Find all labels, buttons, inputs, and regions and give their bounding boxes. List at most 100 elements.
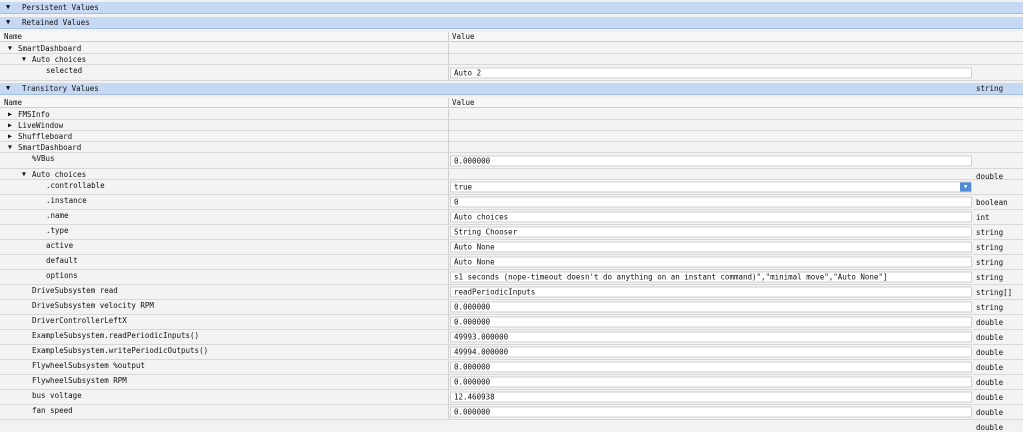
row-name: FlywheelSubsystem %output bbox=[32, 361, 145, 370]
row-name: bus voltage bbox=[32, 391, 82, 400]
row-type: string bbox=[976, 258, 1004, 267]
column-value[interactable]: Value bbox=[452, 98, 475, 107]
value-field[interactable]: Auto choices bbox=[450, 211, 972, 223]
expand-arrow-icon[interactable]: ▼ bbox=[6, 83, 10, 94]
value-dropdown[interactable]: true ▼ bbox=[450, 181, 972, 193]
table-row-options[interactable]: options s1 seconds (nope-timeout doesn't … bbox=[0, 270, 1023, 297]
collapse-arrow-icon[interactable]: ▶ bbox=[8, 110, 12, 118]
value-field[interactable]: 0.000000 bbox=[450, 361, 972, 373]
table-row-shuffleboard[interactable]: ▶ Shuffleboard bbox=[0, 131, 1023, 142]
table-row-drivesubsystem-velocity-rpm[interactable]: DriveSubsystem velocity RPM 0.000000 doubl… bbox=[0, 300, 1023, 327]
table-row-smartdashboard[interactable]: ▼ SmartDashboard bbox=[0, 43, 1023, 54]
table-row-fan-speed[interactable]: fan speed 0.000000 double bbox=[0, 405, 1023, 432]
value-field[interactable]: 0.000000 bbox=[450, 376, 972, 388]
expand-arrow-icon[interactable]: ▼ bbox=[22, 170, 26, 178]
table-row-examplesubsystem-writeperiodicoutputs[interactable]: ExampleSubsystem.writePeriodicOutputs() 4… bbox=[0, 345, 1023, 372]
expand-arrow-icon[interactable]: ▼ bbox=[6, 17, 10, 28]
row-value: 0.000000 bbox=[454, 156, 491, 165]
table-row-controllable[interactable]: .controllable true ▼ boolean bbox=[0, 180, 1023, 207]
table-row-drivercontrollerleftx[interactable]: DriverControllerLeftX 0.000000 double bbox=[0, 315, 1023, 342]
table-row-auto-choices[interactable]: ▼ Auto choices bbox=[0, 54, 1023, 65]
row-value: 12.460938 bbox=[454, 392, 495, 402]
section-title: Transitory Values bbox=[22, 84, 99, 93]
value-field[interactable]: String Chooser bbox=[450, 226, 972, 238]
value-field[interactable]: s1 seconds (nope-timeout doesn't do anyt… bbox=[450, 271, 972, 283]
collapse-arrow-icon[interactable]: ▶ bbox=[8, 121, 12, 129]
value-field[interactable]: Auto None bbox=[450, 256, 972, 268]
row-name: active bbox=[46, 241, 74, 250]
row-value: 0.000000 bbox=[454, 362, 491, 372]
row-value: String Chooser bbox=[454, 227, 518, 237]
table-row-fmsinfo[interactable]: ▶ FMSInfo bbox=[0, 109, 1023, 120]
table-row-name[interactable]: .name Auto choices string bbox=[0, 210, 1023, 237]
section-retained[interactable]: ▼ Retained Values bbox=[0, 17, 1023, 29]
collapse-arrow-icon[interactable]: ▶ bbox=[8, 132, 12, 140]
expand-arrow-icon[interactable]: ▼ bbox=[22, 55, 26, 63]
row-value: 0.000000 bbox=[454, 377, 491, 387]
value-field[interactable]: 0 bbox=[450, 196, 972, 208]
row-value: 0.000000 bbox=[454, 407, 491, 417]
table-row-examplesubsystem-readperiodicinputs[interactable]: ExampleSubsystem.readPeriodicInputs() 499… bbox=[0, 330, 1023, 357]
row-value: readPeriodicInputs bbox=[454, 287, 536, 297]
row-type: string bbox=[976, 243, 1004, 252]
value-field[interactable]: Auto 2 bbox=[450, 67, 972, 78]
table-row-active[interactable]: active Auto None string bbox=[0, 240, 1023, 267]
row-name: .instance bbox=[46, 196, 87, 205]
row-name: default bbox=[46, 256, 78, 265]
section-persistent[interactable]: ▼ Persistent Values bbox=[0, 2, 1023, 14]
row-type: string bbox=[976, 83, 1004, 93]
table-row-default[interactable]: default Auto None string bbox=[0, 255, 1023, 282]
table-row-flywheelsubsystem-output[interactable]: FlywheelSubsystem %output 0.000000 double bbox=[0, 360, 1023, 387]
row-name: FlywheelSubsystem RPM bbox=[32, 376, 127, 385]
row-name: selected bbox=[46, 66, 83, 75]
value-field[interactable]: readPeriodicInputs bbox=[450, 286, 972, 298]
row-name: SmartDashboard bbox=[18, 44, 82, 53]
column-name[interactable]: Name bbox=[4, 98, 22, 107]
row-name: .controllable bbox=[46, 181, 105, 190]
row-name: DriveSubsystem read bbox=[32, 286, 118, 295]
table-row-instance[interactable]: .instance 0 int bbox=[0, 195, 1023, 222]
column-name[interactable]: Name bbox=[4, 32, 22, 41]
row-type: double bbox=[976, 318, 1004, 327]
row-type: double bbox=[976, 378, 1004, 387]
expand-arrow-icon[interactable]: ▼ bbox=[8, 44, 12, 52]
dropdown-arrow-icon[interactable]: ▼ bbox=[960, 182, 971, 192]
value-field[interactable]: 12.460938 bbox=[450, 391, 972, 403]
row-value: 49993.000000 bbox=[454, 332, 509, 342]
table-row-selected[interactable]: selected Auto 2 string bbox=[0, 65, 1023, 93]
value-field[interactable]: 49994.000000 bbox=[450, 346, 972, 358]
value-field[interactable]: 49993.000000 bbox=[450, 331, 972, 343]
value-field[interactable]: 0.000000 bbox=[450, 316, 972, 328]
row-type: int bbox=[976, 213, 990, 222]
table-row-type[interactable]: .type String Chooser string bbox=[0, 225, 1023, 252]
expand-arrow-icon[interactable]: ▼ bbox=[8, 143, 12, 151]
expand-arrow-icon[interactable]: ▼ bbox=[6, 2, 10, 13]
table-row-bus-voltage[interactable]: bus voltage 12.460938 double bbox=[0, 390, 1023, 417]
table-row-livewindow[interactable]: ▶ LiveWindow bbox=[0, 120, 1023, 131]
value-field[interactable]: Auto None bbox=[450, 241, 972, 253]
row-type: string[] bbox=[976, 288, 1013, 297]
table-row-drivesubsystem-read[interactable]: DriveSubsystem read readPeriodicInputs str… bbox=[0, 285, 1023, 312]
row-value: 0.000000 bbox=[454, 317, 491, 327]
value-field[interactable]: 0.000000 bbox=[450, 406, 972, 418]
section-title: Persistent Values bbox=[22, 3, 99, 12]
row-type: boolean bbox=[976, 198, 1008, 207]
table-row-auto-choices[interactable]: ▼ Auto choices bbox=[0, 169, 1023, 180]
row-type: double bbox=[976, 333, 1004, 342]
value-field[interactable]: 0.000000 bbox=[450, 301, 972, 313]
row-name: Auto choices bbox=[32, 55, 87, 64]
row-value: Auto None bbox=[454, 242, 495, 252]
section-transitory[interactable]: ▼ Transitory Values bbox=[0, 83, 1023, 95]
row-name: .type bbox=[46, 226, 69, 235]
row-name: FMSInfo bbox=[18, 110, 50, 119]
row-name: DriveSubsystem velocity RPM bbox=[32, 301, 154, 310]
table-row-vbus[interactable]: %VBus 0.000000 double bbox=[0, 153, 1023, 181]
row-type: double bbox=[976, 171, 1004, 181]
row-name: .name bbox=[46, 211, 69, 220]
column-value[interactable]: Value bbox=[452, 32, 475, 41]
value-field[interactable]: 0.000000 bbox=[450, 155, 972, 166]
table-row-smartdashboard[interactable]: ▼ SmartDashboard bbox=[0, 142, 1023, 153]
row-value: true bbox=[454, 182, 473, 192]
table-row-flywheelsubsystem-rpm[interactable]: FlywheelSubsystem RPM 0.000000 double bbox=[0, 375, 1023, 402]
row-name: ExampleSubsystem.readPeriodicInputs() bbox=[32, 331, 200, 340]
